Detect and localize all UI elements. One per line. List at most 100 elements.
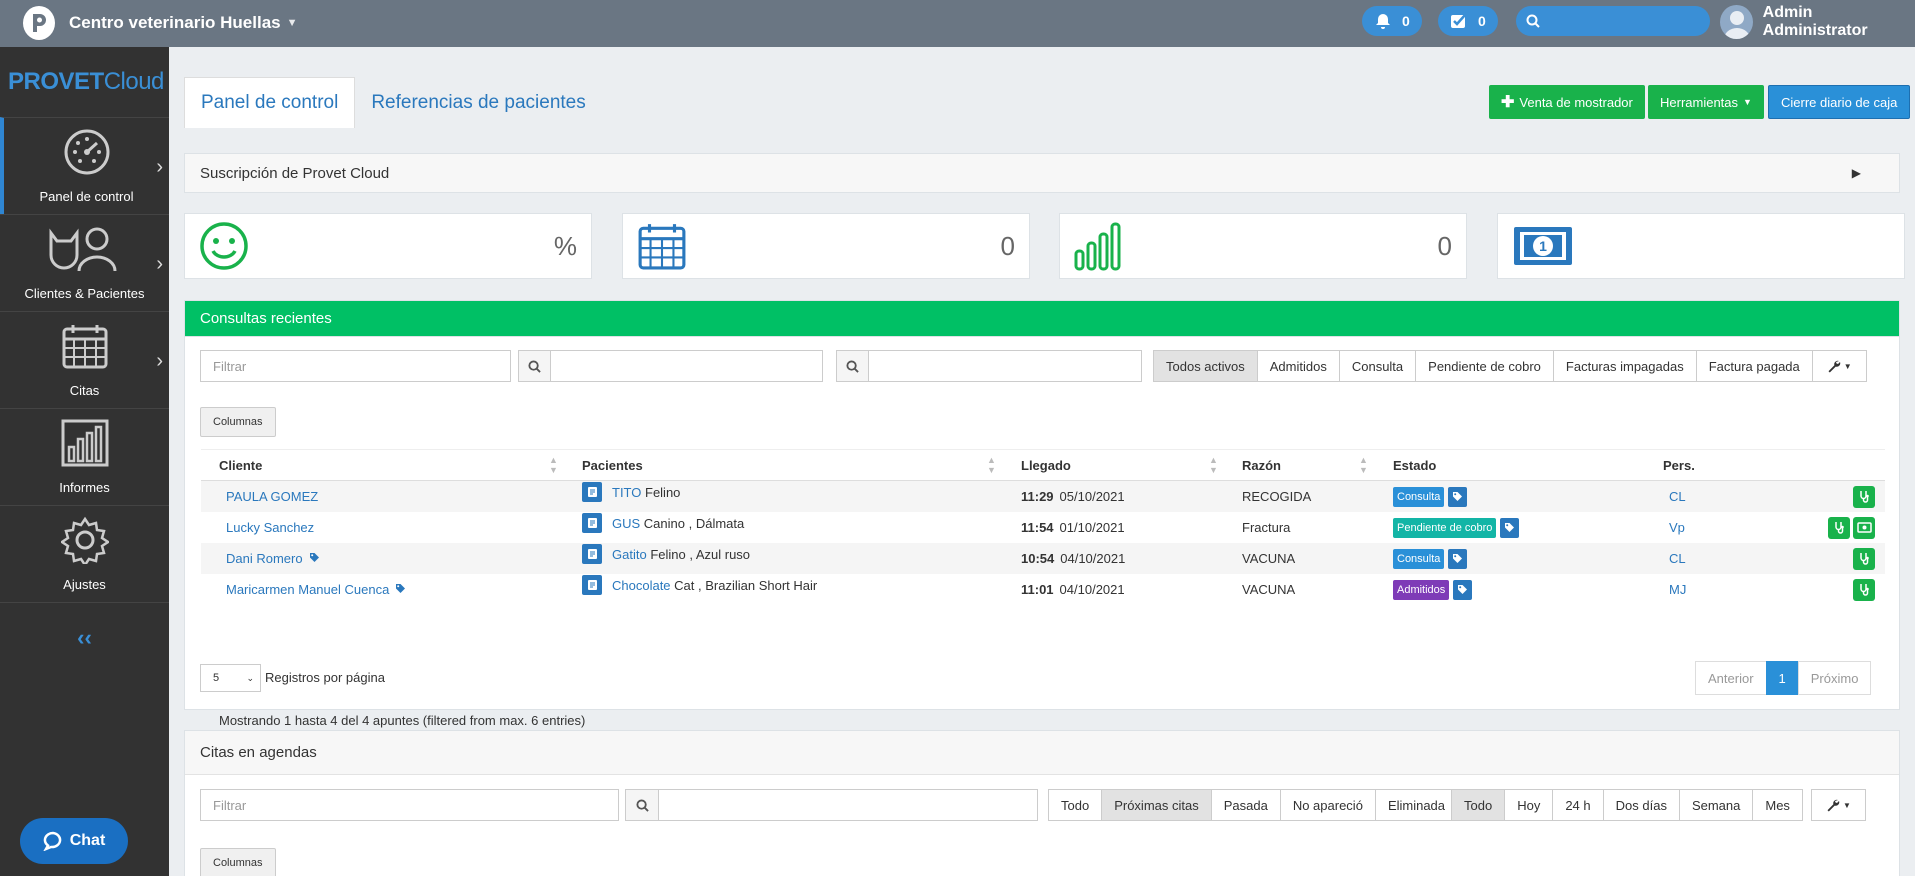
- chat-button[interactable]: Chat: [20, 818, 128, 864]
- client-link[interactable]: PAULA GOMEZ: [226, 489, 318, 504]
- reason: VACUNA: [1242, 582, 1296, 597]
- filter-consultation[interactable]: Consulta: [1338, 350, 1417, 382]
- staff-initials[interactable]: MJ: [1669, 582, 1686, 597]
- sidebar-item-clients[interactable]: Clientes & Pacientes ›: [0, 214, 169, 311]
- patient-link[interactable]: Gatito: [612, 547, 647, 562]
- clinic-selector[interactable]: Centro veterinario Huellas ▼: [69, 13, 298, 33]
- range-week[interactable]: Semana: [1678, 789, 1754, 821]
- filter-all-active[interactable]: Todos activos: [1153, 350, 1258, 382]
- appointments-filter-input[interactable]: Filtrar: [200, 789, 619, 821]
- column-header-arrived[interactable]: Llegado: [1021, 458, 1071, 473]
- table-row[interactable]: Maricarmen Manuel Cuenca Chocolate Cat , …: [201, 574, 1885, 605]
- range-24h[interactable]: 24 h: [1552, 789, 1604, 821]
- filter-unpaid-invoices[interactable]: Facturas impagadas: [1552, 350, 1697, 382]
- staff-initials[interactable]: CL: [1669, 551, 1686, 566]
- brand-logo[interactable]: PROVET Cloud: [0, 47, 169, 117]
- sort-icon[interactable]: ▲ ▼: [1359, 455, 1368, 475]
- checkout-button[interactable]: [1853, 516, 1875, 539]
- tag-button[interactable]: [1500, 517, 1520, 538]
- patient-record-button[interactable]: [582, 513, 602, 533]
- client-search-button[interactable]: [518, 350, 551, 382]
- tag-button[interactable]: [1448, 548, 1468, 569]
- start-consultation-button[interactable]: [1828, 516, 1850, 539]
- table-row[interactable]: Dani Romero Gatito Felino , Azul ruso 10:5…: [201, 543, 1885, 574]
- pagination-next[interactable]: Próximo: [1797, 661, 1872, 695]
- filter-past[interactable]: Pasada: [1210, 789, 1281, 821]
- wrench-dropdown-button[interactable]: ▼: [1810, 789, 1866, 821]
- range-today[interactable]: Hoy: [1504, 789, 1554, 821]
- patient-link[interactable]: TITO: [612, 485, 641, 500]
- client-link[interactable]: Dani Romero: [226, 551, 303, 566]
- column-header-reason[interactable]: Razón: [1242, 458, 1281, 473]
- filter-paid-invoice[interactable]: Factura pagada: [1695, 350, 1813, 382]
- filter-pending-payment[interactable]: Pendiente de cobro: [1415, 350, 1554, 382]
- status-badge[interactable]: Admitidos: [1393, 579, 1450, 600]
- patient-search-input[interactable]: [868, 350, 1142, 382]
- page-size-select[interactable]: 5 ⌄: [200, 664, 261, 692]
- status-badge[interactable]: Consulta: [1393, 486, 1445, 507]
- table-row[interactable]: Lucky Sanchez GUS Canino , Dálmata 11:54 01…: [201, 512, 1885, 543]
- sidebar-item-reports[interactable]: Informes: [0, 408, 169, 505]
- patient-record-button[interactable]: [582, 544, 602, 564]
- patient-record-button[interactable]: [582, 575, 602, 595]
- filter-deleted[interactable]: Eliminada: [1374, 789, 1459, 821]
- client-tag-icon[interactable]: [309, 551, 320, 566]
- table-row[interactable]: PAULA GOMEZ TITO Felino 11:29 05/10/2021 REC…: [201, 481, 1885, 512]
- filter-no-show[interactable]: No apareció: [1279, 789, 1376, 821]
- status-badge[interactable]: Consulta: [1393, 548, 1445, 569]
- patient-record-button[interactable]: [582, 482, 602, 502]
- range-all[interactable]: Todo: [1451, 789, 1506, 821]
- patient-search-button[interactable]: [836, 350, 869, 382]
- pagination-page-1[interactable]: 1: [1765, 661, 1799, 695]
- columns-button[interactable]: Columnas: [200, 407, 276, 437]
- counter-sale-button[interactable]: ✚ Venta de mostrador: [1489, 85, 1645, 119]
- sidebar-item-settings[interactable]: Ajustes: [0, 505, 169, 602]
- appointments-search-input[interactable]: [658, 789, 1038, 821]
- start-consultation-button[interactable]: [1853, 547, 1875, 570]
- appointments-search-button[interactable]: [625, 789, 659, 821]
- patient-link[interactable]: Chocolate: [612, 578, 671, 593]
- sidebar-item-appointments[interactable]: Citas ›: [0, 311, 169, 408]
- status-badge[interactable]: Pendiente de cobro: [1393, 517, 1497, 538]
- caret-right-icon: ▶: [1851, 166, 1861, 180]
- tag-button[interactable]: [1453, 579, 1473, 600]
- column-header-patients[interactable]: Pacientes: [582, 458, 643, 473]
- client-search-input[interactable]: [550, 350, 823, 382]
- client-link[interactable]: Maricarmen Manuel Cuenca: [226, 582, 389, 597]
- staff-initials[interactable]: Vp: [1669, 520, 1685, 535]
- client-link[interactable]: Lucky Sanchez: [226, 520, 314, 535]
- tab-patient-referrals[interactable]: Referencias de pacientes: [355, 77, 601, 128]
- tools-dropdown-button[interactable]: Herramientas ▼: [1648, 85, 1764, 119]
- subscription-panel[interactable]: Suscripción de Provet Cloud ▶: [184, 153, 1900, 193]
- collapse-sidebar-button[interactable]: ‹‹: [0, 602, 169, 672]
- filter-admitted[interactable]: Admitidos: [1256, 350, 1340, 382]
- wrench-dropdown-button[interactable]: ▼: [1811, 350, 1867, 382]
- provet-logo-icon[interactable]: [23, 6, 55, 40]
- client-tag-icon[interactable]: [395, 582, 406, 597]
- recent-filter-input[interactable]: Filtrar: [200, 350, 511, 382]
- tag-button[interactable]: [1448, 486, 1468, 507]
- bar-chart-icon: [61, 419, 108, 467]
- filter-all[interactable]: Todo: [1048, 789, 1103, 821]
- sidebar-item-dashboard[interactable]: Panel de control ›: [0, 117, 169, 214]
- range-two-days[interactable]: Dos días: [1602, 789, 1680, 821]
- staff-initials[interactable]: CL: [1669, 489, 1686, 504]
- sort-icon[interactable]: ▲ ▼: [549, 455, 558, 475]
- arrival-time: 11:29: [1021, 489, 1054, 504]
- tab-dashboard[interactable]: Panel de control: [184, 77, 356, 128]
- start-consultation-button[interactable]: [1853, 485, 1875, 508]
- user-menu[interactable]: Admin Administrator: [1720, 4, 1915, 40]
- columns-button[interactable]: Columnas: [200, 848, 276, 876]
- range-month[interactable]: Mes: [1752, 789, 1803, 821]
- tasks-button[interactable]: 0: [1438, 6, 1498, 36]
- sort-icon[interactable]: ▲ ▼: [987, 455, 996, 475]
- start-consultation-button[interactable]: [1853, 578, 1875, 601]
- column-header-client[interactable]: Cliente: [219, 458, 262, 473]
- patient-link[interactable]: GUS: [612, 516, 640, 531]
- daily-cash-close-button[interactable]: Cierre diario de caja: [1768, 85, 1911, 119]
- global-search-input[interactable]: [1516, 6, 1710, 36]
- filter-upcoming[interactable]: Próximas citas: [1101, 789, 1212, 821]
- pagination-prev[interactable]: Anterior: [1695, 661, 1767, 695]
- notifications-button[interactable]: 0: [1362, 6, 1422, 36]
- sort-icon[interactable]: ▲ ▼: [1209, 455, 1218, 475]
